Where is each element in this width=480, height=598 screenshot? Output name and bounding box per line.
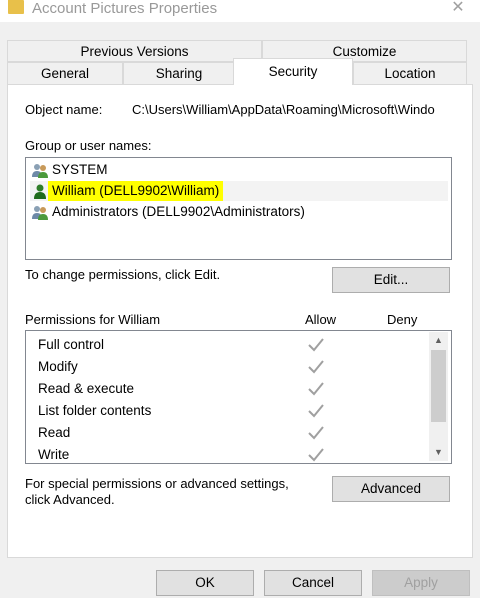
allow-check-icon — [308, 404, 324, 418]
scroll-thumb[interactable] — [431, 350, 446, 422]
tab-security[interactable]: Security — [233, 58, 353, 85]
apply-button[interactable]: Apply — [372, 570, 470, 596]
user-row-administrators[interactable]: Administrators (DELL9902\Administrators) — [30, 202, 448, 222]
user-name: Administrators (DELL9902\Administrators) — [52, 204, 305, 219]
user-icon — [34, 184, 46, 199]
allow-check-icon — [308, 360, 324, 374]
permission-name: Full control — [38, 337, 105, 352]
close-button[interactable]: ✕ — [448, 0, 468, 18]
deny-header: Deny — [387, 312, 418, 327]
tab-general[interactable]: General — [7, 62, 123, 85]
user-name-highlighted: William (DELL9902\William) — [48, 181, 224, 201]
change-permissions-text: To change permissions, click Edit. — [25, 267, 221, 282]
tab-sharing[interactable]: Sharing — [123, 62, 235, 85]
permission-name: Read & execute — [38, 381, 135, 396]
users-group-icon — [32, 206, 48, 220]
allow-header: Allow — [305, 312, 337, 327]
folder-icon — [8, 0, 24, 14]
scroll-up-icon[interactable]: ▲ — [429, 332, 448, 349]
permissions-for-label: Permissions for William — [25, 312, 161, 327]
permission-name: Write — [38, 447, 70, 462]
title-bar: Account Pictures Properties ✕ — [0, 0, 480, 22]
edit-button[interactable]: Edit... — [332, 267, 450, 293]
cancel-button[interactable]: Cancel — [264, 570, 362, 596]
permission-row: List folder contents — [38, 400, 318, 422]
advanced-hint-line2: click Advanced. — [25, 492, 115, 507]
tab-previous-versions[interactable]: Previous Versions — [7, 40, 262, 62]
permission-row: Read & execute — [38, 378, 318, 400]
scroll-down-icon[interactable]: ▼ — [429, 444, 448, 461]
permission-name: Read — [38, 425, 71, 440]
allow-check-icon — [308, 448, 324, 462]
advanced-button[interactable]: Advanced — [332, 476, 450, 502]
permission-name: List folder contents — [38, 403, 152, 418]
permission-row: Modify — [38, 356, 318, 378]
group-user-listbox[interactable]: SYSTEM William (DELL9902\William) Admini… — [25, 157, 452, 260]
user-name: SYSTEM — [52, 162, 108, 177]
user-row-system[interactable]: SYSTEM — [30, 160, 448, 180]
tab-location[interactable]: Location — [353, 62, 467, 85]
advanced-hint-line1: For special permissions or advanced sett… — [25, 476, 289, 491]
object-name-value: C:\Users\William\AppData\Roaming\Microso… — [132, 102, 435, 117]
group-user-names-label: Group or user names: — [25, 138, 152, 153]
allow-check-icon — [308, 382, 324, 396]
permission-row: Read — [38, 422, 318, 444]
window-title: Account Pictures Properties — [32, 0, 218, 17]
user-row-william[interactable]: William (DELL9902\William) — [30, 181, 448, 201]
allow-check-icon — [308, 338, 324, 352]
permission-row: Full control — [38, 334, 318, 356]
permissions-scrollbar[interactable]: ▲ ▼ — [429, 332, 448, 461]
permission-row: Write — [38, 444, 318, 466]
permission-name: Modify — [38, 359, 78, 374]
security-panel: Object name: C:\Users\William\AppData\Ro… — [7, 84, 473, 558]
allow-check-icon — [308, 426, 324, 440]
object-name-label: Object name: — [25, 102, 103, 117]
users-group-icon — [32, 164, 48, 178]
permissions-listbox[interactable]: Full control Modify Read & execute List … — [25, 330, 452, 464]
ok-button[interactable]: OK — [156, 570, 254, 596]
